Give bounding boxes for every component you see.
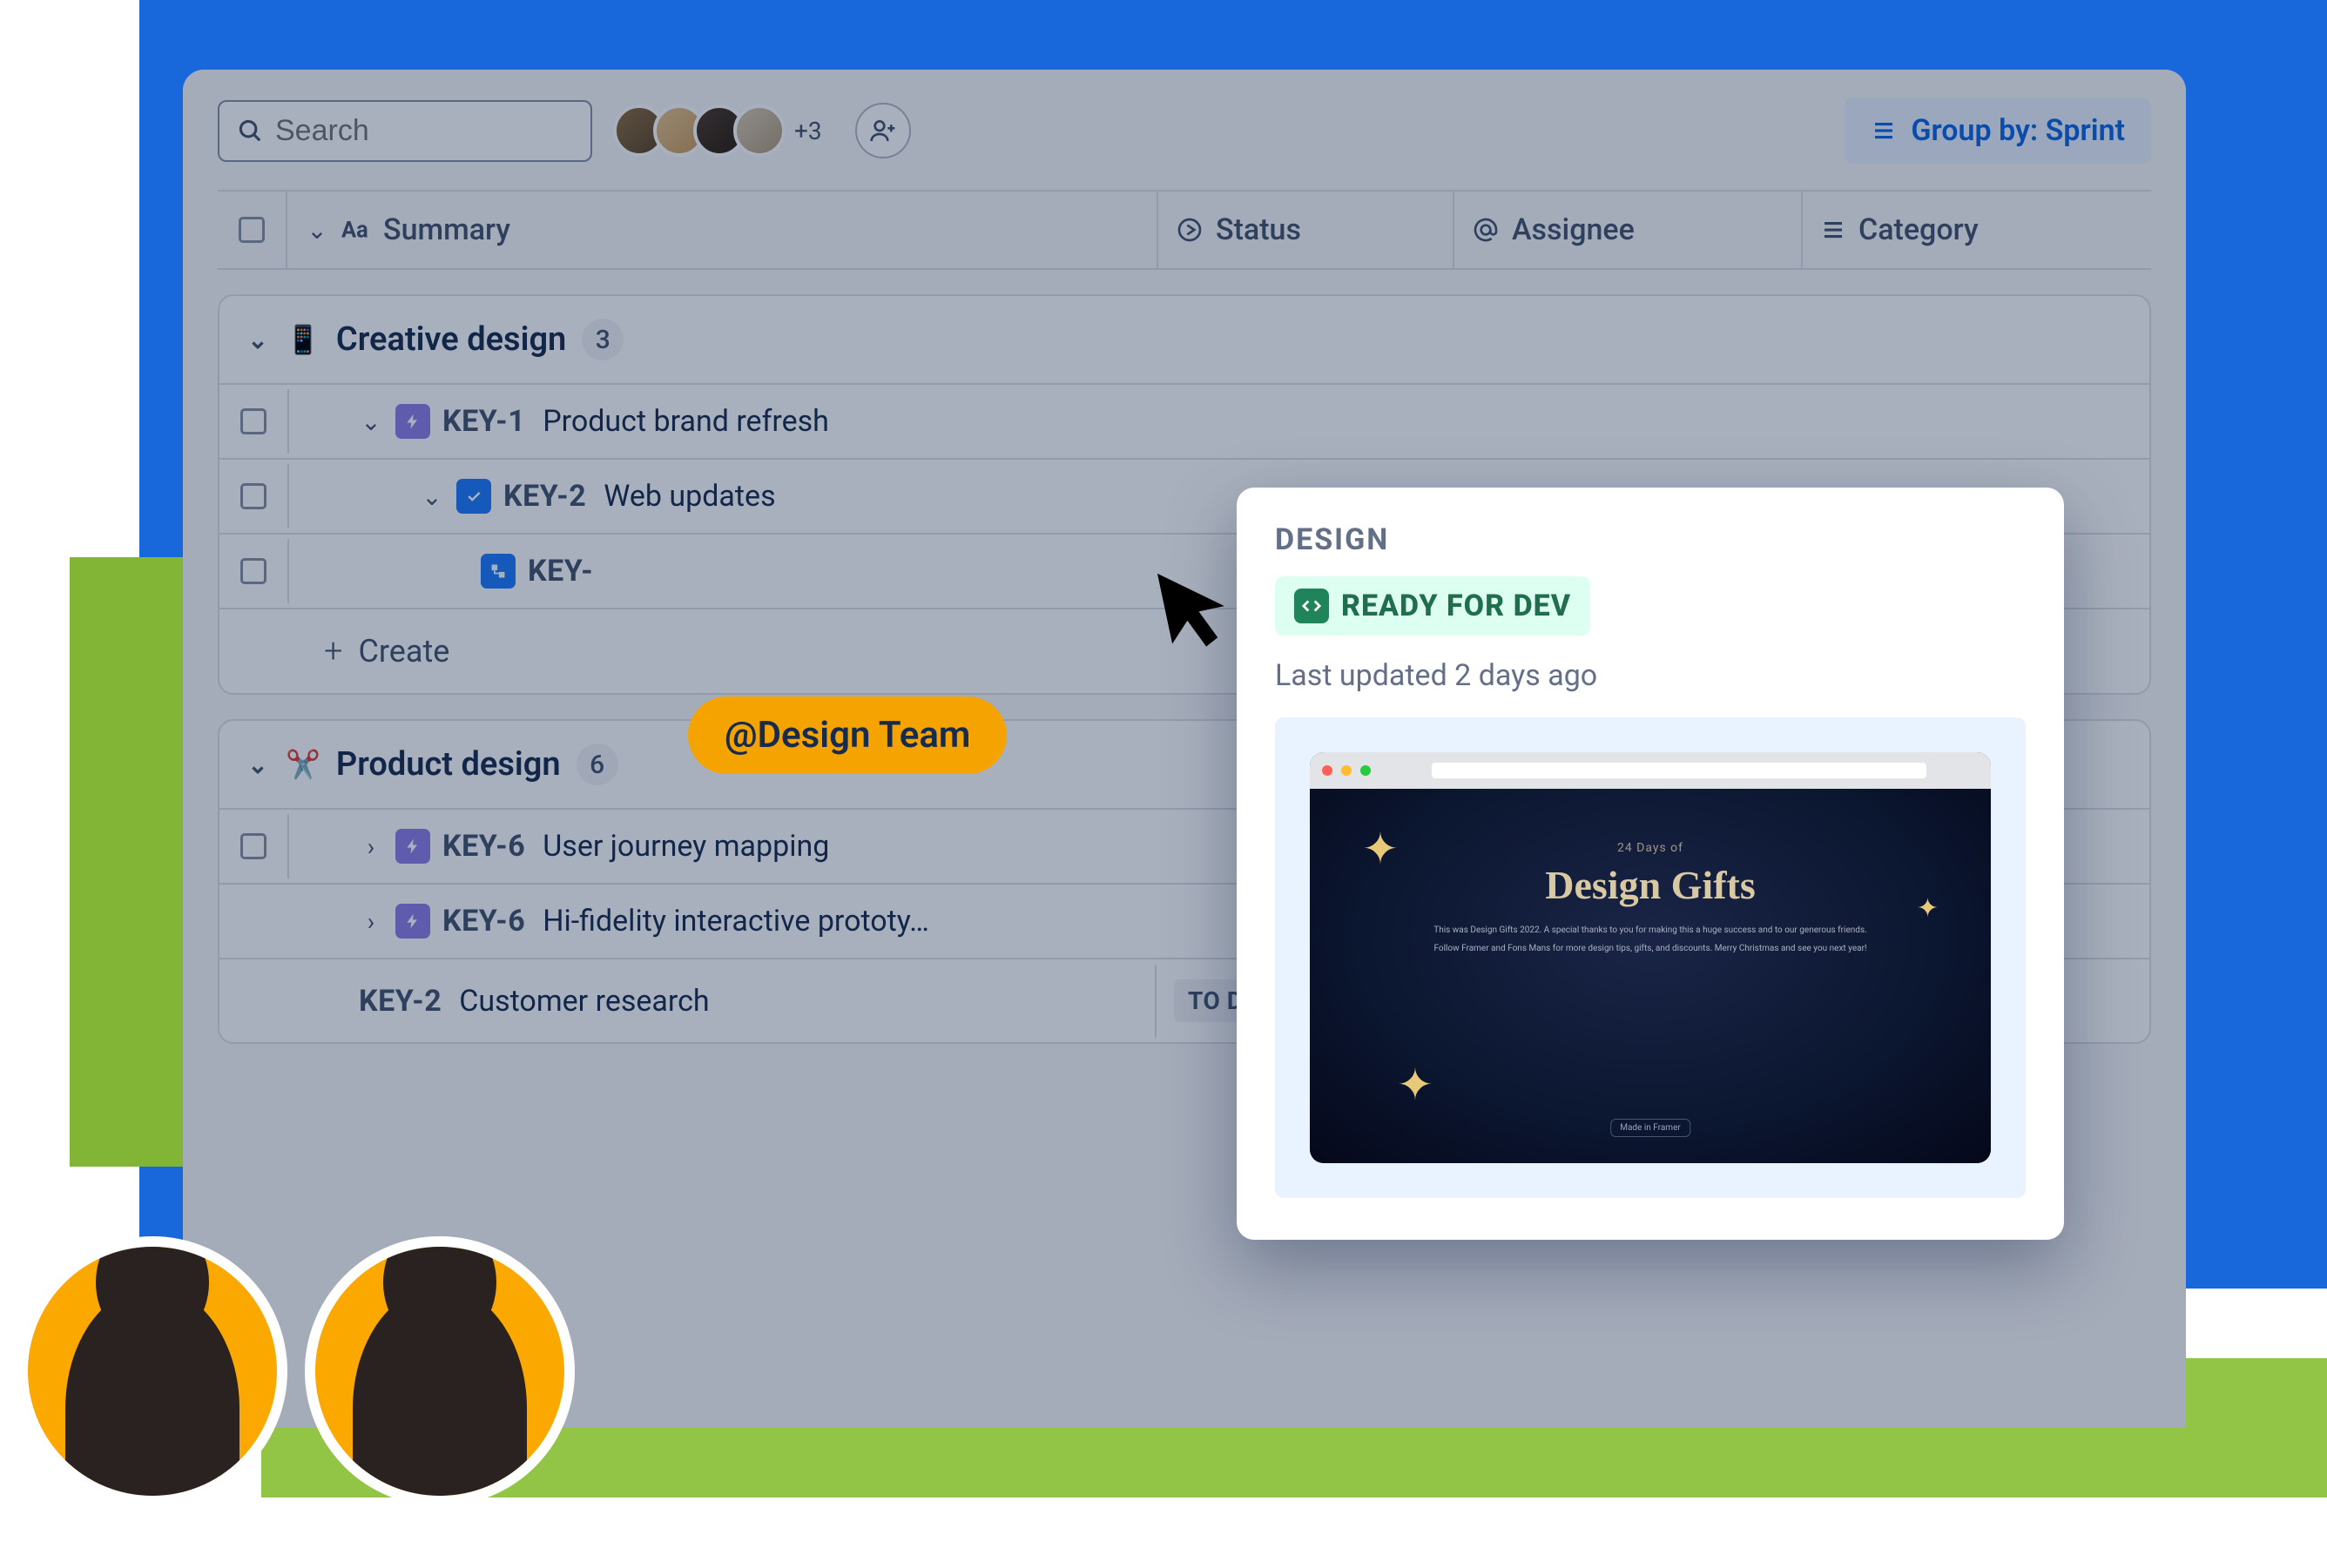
group-header[interactable]: ⌄ 📱 Creative design 3 xyxy=(219,296,2149,385)
collaborator-avatars[interactable]: +3 xyxy=(613,104,822,157)
ready-for-dev-label: READY FOR DEV xyxy=(1341,589,1571,623)
add-person-button[interactable] xyxy=(855,103,911,158)
column-checkbox[interactable] xyxy=(218,192,287,268)
preview-paragraph: This was Design Gifts 2022. A special th… xyxy=(1415,924,1885,937)
search-input-container[interactable] xyxy=(218,100,592,162)
checkbox-icon[interactable] xyxy=(240,408,266,434)
issue-key[interactable]: KEY-2 xyxy=(359,984,442,1019)
person-avatar xyxy=(17,1236,287,1506)
mention-pill[interactable]: @Design Team xyxy=(688,697,1007,774)
list-icon xyxy=(1871,118,1897,144)
column-summary[interactable]: ⌄ Aa Summary xyxy=(287,192,1158,268)
popover-section-label: DESIGN xyxy=(1275,522,2026,557)
epic-icon xyxy=(395,904,430,939)
search-icon xyxy=(237,118,263,144)
group-title: Product design xyxy=(336,745,561,784)
group-by-button[interactable]: Group by: Sprint xyxy=(1845,98,2151,164)
browser-chrome xyxy=(1310,752,1991,789)
epic-icon xyxy=(395,404,430,439)
toolbar: +3 Group by: Sprint xyxy=(183,98,2186,190)
issue-summary: User journey mapping xyxy=(543,829,829,864)
issue-key[interactable]: KEY- xyxy=(528,554,593,589)
checkbox-icon[interactable] xyxy=(240,833,266,859)
avatar-overflow-count[interactable]: +3 xyxy=(794,117,822,145)
task-icon xyxy=(456,479,491,514)
traffic-light-red xyxy=(1322,765,1332,776)
sparkle-icon: ✦ xyxy=(1917,893,1939,924)
status-icon xyxy=(1176,216,1204,244)
chevron-down-icon[interactable]: ⌄ xyxy=(359,407,383,436)
person-avatar xyxy=(305,1236,575,1506)
popover-last-updated: Last updated 2 days ago xyxy=(1275,658,2026,693)
issue-key[interactable]: KEY-6 xyxy=(442,904,525,939)
chevron-right-icon[interactable]: › xyxy=(359,907,383,936)
scissors-icon: ✂️ xyxy=(286,748,320,781)
checkbox-icon[interactable] xyxy=(240,558,266,584)
issue-key[interactable]: KEY-1 xyxy=(442,404,525,439)
column-category-label: Category xyxy=(1858,212,1979,247)
search-input[interactable] xyxy=(275,114,661,148)
chevron-down-icon: ⌄ xyxy=(246,326,270,354)
create-label: Create xyxy=(358,633,449,670)
column-assignee-label: Assignee xyxy=(1512,212,1635,247)
url-bar xyxy=(1432,763,1926,778)
ready-for-dev-badge[interactable]: READY FOR DEV xyxy=(1275,576,1590,636)
text-icon: Aa xyxy=(341,215,371,245)
avatar[interactable] xyxy=(733,104,786,157)
column-category[interactable]: Category xyxy=(1803,192,2151,268)
table-row[interactable]: ⌄ KEY-1 Product brand refresh xyxy=(219,385,2149,460)
chevron-down-icon[interactable]: ⌄ xyxy=(420,482,444,511)
plus-icon: + xyxy=(324,632,342,670)
traffic-light-yellow xyxy=(1341,765,1352,776)
issue-summary: Web updates xyxy=(604,479,775,514)
table-header: ⌄ Aa Summary Status Assignee Category xyxy=(218,190,2151,270)
epic-icon xyxy=(395,829,430,864)
svg-text:Aa: Aa xyxy=(341,218,368,244)
preview-paragraph: Follow Framer and Fons Mans for more des… xyxy=(1415,942,1885,955)
issue-summary: Product brand refresh xyxy=(543,404,829,439)
chevron-right-icon[interactable]: › xyxy=(359,832,383,861)
column-summary-label: Summary xyxy=(383,212,510,247)
issue-key[interactable]: KEY-2 xyxy=(503,479,586,514)
traffic-light-green xyxy=(1360,765,1371,776)
chevron-down-icon: ⌄ xyxy=(246,750,270,779)
preview-eyebrow: 24 Days of xyxy=(1310,841,1991,855)
mention-icon xyxy=(1472,216,1500,244)
group-count-badge: 3 xyxy=(582,319,624,360)
design-preview[interactable]: ✦ ✦ ✦ 24 Days of Design Gifts This was D… xyxy=(1275,717,2026,1198)
browser-mockup: ✦ ✦ ✦ 24 Days of Design Gifts This was D… xyxy=(1310,752,1991,1163)
list-icon xyxy=(1820,217,1846,243)
group-count-badge: 6 xyxy=(577,744,618,785)
issue-summary: Customer research xyxy=(459,984,709,1019)
chevron-down-icon: ⌄ xyxy=(305,216,329,245)
group-by-label: Group by: Sprint xyxy=(1911,113,2125,148)
issue-summary: Hi-fidelity interactive prototy… xyxy=(543,904,929,939)
preview-title: Design Gifts xyxy=(1310,862,1991,908)
code-icon xyxy=(1294,589,1329,623)
checkbox-icon xyxy=(239,217,265,243)
checkbox-icon[interactable] xyxy=(240,483,266,509)
column-status[interactable]: Status xyxy=(1158,192,1454,268)
column-status-label: Status xyxy=(1216,212,1301,247)
sparkle-icon: ✦ xyxy=(1397,1060,1433,1111)
issue-key[interactable]: KEY-6 xyxy=(442,829,525,864)
column-assignee[interactable]: Assignee xyxy=(1454,192,1803,268)
subtask-icon xyxy=(481,554,516,589)
made-in-badge: Made in Framer xyxy=(1610,1119,1690,1137)
design-popover: DESIGN READY FOR DEV Last updated 2 days… xyxy=(1237,488,2064,1240)
group-title: Creative design xyxy=(336,320,566,359)
phone-icon: 📱 xyxy=(286,323,320,356)
